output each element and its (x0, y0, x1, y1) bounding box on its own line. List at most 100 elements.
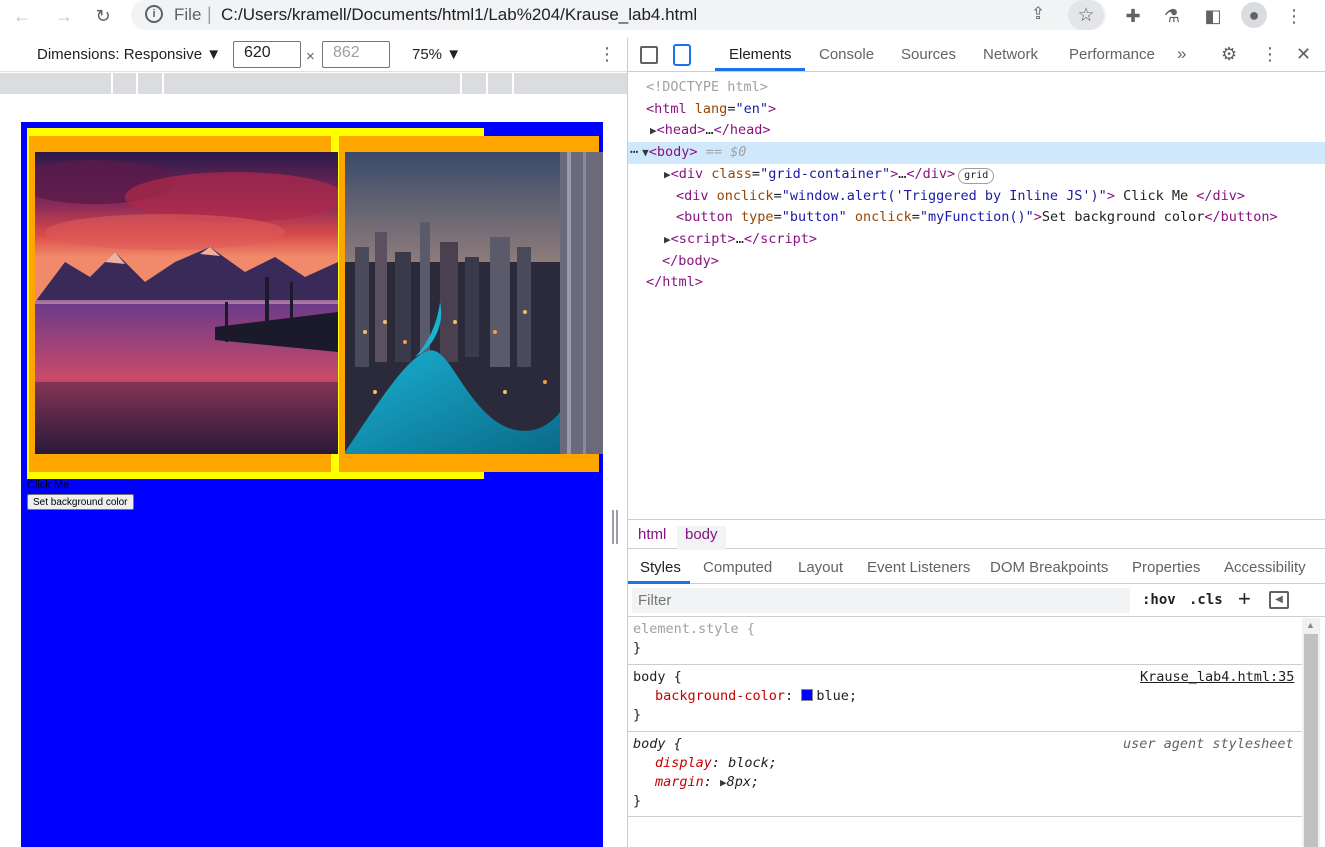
split-drag-handle[interactable] (612, 510, 618, 544)
tab-console[interactable]: Console (819, 46, 874, 63)
tab-layout[interactable]: Layout (798, 559, 843, 576)
times-separator: × (306, 48, 315, 65)
body-author-rule[interactable]: body { Krause_lab4.html:35 background-co… (628, 666, 1302, 732)
device-toggle-icon[interactable] (673, 44, 691, 66)
tab-network[interactable]: Network (983, 46, 1038, 63)
extensions-icon[interactable]: ✚ (1121, 4, 1145, 28)
width-input[interactable]: 620 (233, 41, 301, 68)
tab-computed[interactable]: Computed (703, 559, 772, 576)
devtools-tab-bar: Elements Console Sources Network Perform… (628, 38, 1325, 72)
property-value: block; (728, 755, 777, 771)
forward-icon[interactable]: → (52, 4, 76, 28)
dom-node-head[interactable]: ▶<head>…</head> (628, 120, 1325, 142)
mountain-lake-image (35, 152, 338, 454)
body-tag: body (656, 144, 690, 160)
dom-node-body-selected[interactable]: ⋯ ▼<body> == $0 (628, 142, 1325, 164)
bookmark-star-icon[interactable]: ☆ (1068, 0, 1104, 30)
expand-triangle-icon[interactable]: ▶ (664, 168, 671, 181)
script-tag: script (678, 231, 728, 247)
close-devtools-icon[interactable]: ✕ (1296, 44, 1311, 65)
close-brace: } (633, 640, 642, 656)
collapse-triangle-icon[interactable]: ▼ (642, 146, 649, 159)
emulated-page-body[interactable]: Click Me Set background color (21, 122, 603, 847)
scroll-thumb[interactable] (1304, 634, 1318, 847)
property-name: margin (655, 774, 704, 790)
profile-avatar-icon[interactable]: ● (1241, 2, 1267, 28)
info-icon[interactable]: i (145, 5, 163, 23)
styles-scrollbar[interactable]: ▲ (1302, 618, 1320, 847)
height-input[interactable]: 862 (322, 41, 390, 68)
set-background-color-button[interactable]: Set background color (27, 494, 134, 510)
dom-node-click-div[interactable]: <div onclick="window.alert('Triggered by… (628, 186, 1325, 208)
dom-node-script[interactable]: ▶<script>…</script> (628, 229, 1325, 251)
toggle-computed-sidebar-icon[interactable]: ◀ (1269, 591, 1289, 609)
hover-state-toggle[interactable]: :hov (1142, 592, 1176, 608)
tab-sources[interactable]: Sources (901, 46, 956, 63)
script-close-tag: script (760, 231, 809, 247)
margin-declaration: margin: ▶8px; (655, 774, 760, 790)
add-style-rule-icon[interactable]: + (1238, 586, 1251, 612)
tab-styles[interactable]: Styles (640, 559, 681, 576)
more-tabs-icon[interactable]: » (1177, 44, 1186, 64)
device-toolbar: Dimensions: Responsive ▼ 620 × 862 75% ▼… (0, 38, 627, 72)
address-bar[interactable]: i File | C:/Users/kramell/Documents/html… (131, 0, 1106, 30)
click-me-text: Click Me (1114, 188, 1197, 204)
tab-event-listeners[interactable]: Event Listeners (867, 559, 970, 576)
grid-badge[interactable]: grid (958, 168, 995, 184)
zoom-dropdown[interactable]: 75% ▼ (412, 46, 461, 63)
styles-filter-input[interactable] (632, 588, 1130, 613)
dom-node-body-close[interactable]: </body> (628, 251, 1325, 273)
ellipsis: … (735, 231, 744, 247)
click-me-div[interactable]: Click Me (27, 479, 69, 491)
breadcrumb-body[interactable]: body (677, 526, 726, 550)
tab-dom-breakpoints[interactable]: DOM Breakpoints (990, 559, 1108, 576)
scroll-up-arrow-icon[interactable]: ▲ (1306, 620, 1315, 630)
dom-tree: <!DOCTYPE html> <html lang="en"> ▶<head>… (628, 73, 1325, 519)
labs-icon[interactable]: ⚗ (1160, 4, 1184, 28)
media-query-ruler[interactable] (0, 73, 627, 94)
back-icon[interactable]: ← (10, 4, 34, 28)
body-user-agent-rule[interactable]: body { user agent stylesheet display: bl… (628, 733, 1302, 817)
reload-icon[interactable]: ↻ (91, 4, 115, 28)
expand-triangle-icon[interactable]: ▶ (650, 124, 657, 137)
html-close-tag: html (662, 274, 695, 290)
settings-gear-icon[interactable]: ⚙ (1221, 44, 1237, 65)
color-swatch[interactable] (801, 689, 814, 701)
share-icon[interactable]: ⇪ (1031, 4, 1045, 24)
dom-node-html-close[interactable]: </html> (628, 272, 1325, 294)
expand-triangle-icon[interactable]: ▶ (720, 776, 727, 789)
ellipsis: … (705, 122, 714, 138)
device-more-icon[interactable]: ⋮ (598, 44, 616, 65)
class-toggle[interactable]: .cls (1189, 592, 1223, 608)
expand-triangle-icon[interactable]: ▶ (664, 233, 671, 246)
element-style-rule[interactable]: element.style { } (628, 618, 1302, 665)
dom-node-doctype[interactable]: <!DOCTYPE html> (628, 77, 1325, 99)
ruler-tick (111, 73, 113, 94)
source-link[interactable]: Krause_lab4.html:35 (1140, 668, 1294, 687)
ua-source-label: user agent stylesheet (1123, 736, 1294, 752)
inspect-element-icon[interactable] (640, 46, 658, 64)
dom-node-html[interactable]: <html lang="en"> (628, 99, 1325, 121)
url-text[interactable]: C:/Users/kramell/Documents/html1/Lab%204… (221, 5, 697, 25)
dimensions-dropdown[interactable]: Dimensions: Responsive ▼ (37, 46, 221, 63)
tab-properties[interactable]: Properties (1132, 559, 1200, 576)
dom-node-button[interactable]: <button type="button" onclick="myFunctio… (628, 207, 1325, 229)
dom-node-grid-container[interactable]: ▶<div class="grid-container">…</div> grid (628, 164, 1325, 186)
browser-menu-icon[interactable]: ⋮ (1282, 4, 1306, 28)
ua-body-selector: body { (633, 736, 682, 752)
tab-elements[interactable]: Elements (729, 46, 792, 63)
background-color-declaration[interactable]: background-color: blue; (655, 687, 857, 706)
body-close-tag: body (678, 253, 711, 269)
devtools-menu-icon[interactable]: ⋮ (1261, 44, 1279, 65)
head-close-tag: head (729, 122, 763, 138)
type-value: "button" (781, 209, 847, 225)
close-brace: } (633, 707, 642, 723)
file-label: File (174, 5, 202, 24)
tab-accessibility[interactable]: Accessibility (1224, 559, 1306, 576)
selected-marker: == $0 (705, 144, 747, 160)
breadcrumb-html[interactable]: html (630, 526, 674, 550)
tab-performance[interactable]: Performance (1069, 46, 1155, 63)
active-sub-tab-indicator (628, 581, 690, 584)
property-name: background-color (655, 688, 786, 704)
side-panel-icon[interactable]: ◧ (1201, 4, 1225, 28)
